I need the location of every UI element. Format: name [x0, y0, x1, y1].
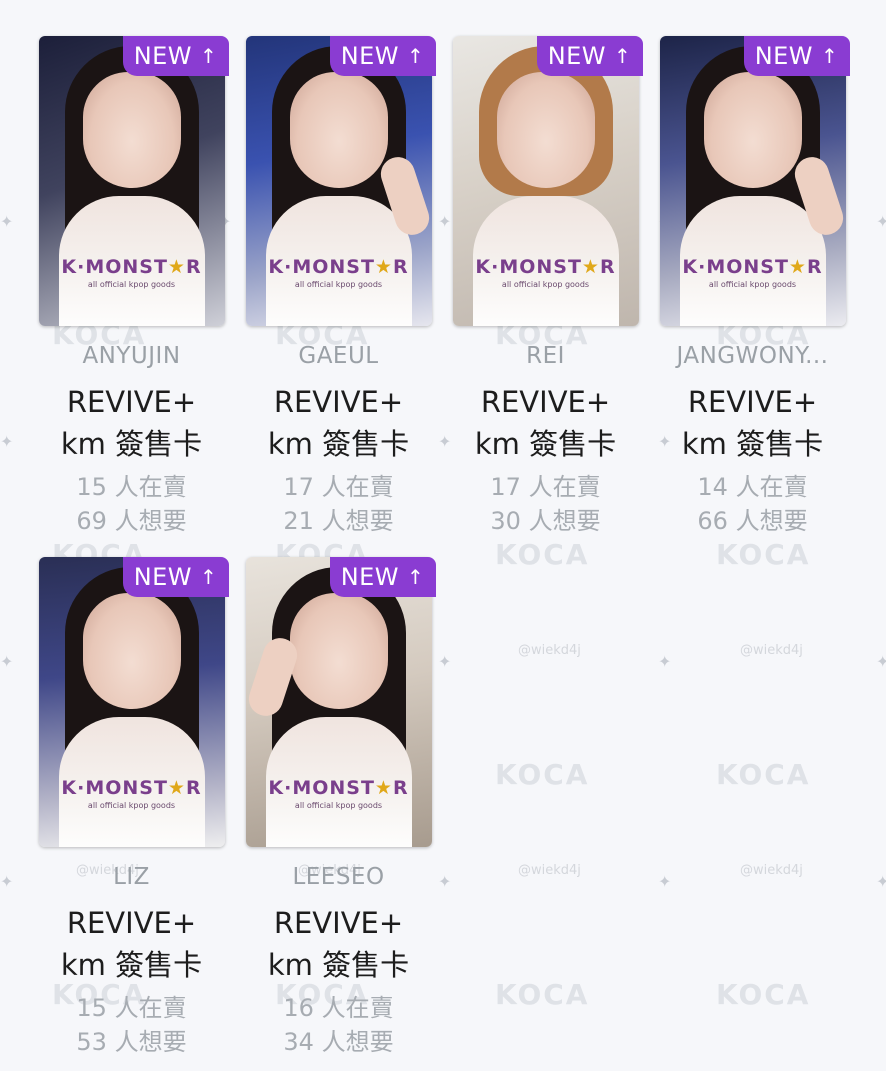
kmonster-logo: K·MONST★R: [682, 256, 823, 278]
member-name: GAEUL: [298, 343, 379, 369]
photocard-item[interactable]: K·MONST★R all official kpop goods NEW ↑ L…: [28, 545, 235, 1066]
new-badge: NEW ↑: [743, 36, 850, 76]
photocard-item[interactable]: K·MONST★R all official kpop goods NEW ↑ L…: [235, 545, 442, 1066]
star-icon: ★: [167, 777, 186, 799]
wanters-count: 69 人想要: [76, 507, 187, 535]
card-title-line1: REVIVE+: [66, 906, 197, 940]
arrow-up-icon: ↑: [200, 565, 218, 589]
star-icon: ★: [374, 256, 393, 278]
photocard-image[interactable]: K·MONST★R all official kpop goods: [38, 36, 225, 326]
member-name: ANYUJIN: [82, 343, 181, 369]
new-badge: NEW ↑: [536, 36, 643, 76]
sellers-count: 17 人在賣: [490, 473, 601, 501]
arrow-up-icon: ↑: [821, 44, 839, 68]
arrow-up-icon: ↑: [407, 44, 425, 68]
photo-face-shape: [82, 593, 181, 709]
photo-face-shape: [289, 593, 388, 709]
card-title-line1: REVIVE+: [687, 385, 818, 419]
kmonster-logo: K·MONST★R: [61, 777, 202, 799]
card-title-line1: REVIVE+: [480, 385, 611, 419]
kmonster-logo-sub: all official kpop goods: [501, 280, 590, 289]
photocard-item[interactable]: K·MONST★R all official kpop goods NEW ↑ G…: [235, 24, 442, 545]
photocard-image[interactable]: K·MONST★R all official kpop goods: [659, 36, 846, 326]
card-title-line2: km 簽售卡: [60, 948, 203, 982]
kmonster-logo-sub: all official kpop goods: [294, 280, 383, 289]
new-badge: NEW ↑: [329, 557, 436, 597]
kmonster-logo-sub: all official kpop goods: [87, 801, 176, 810]
photocard-image-wrap[interactable]: K·MONST★R all official kpop goods NEW ↑: [659, 36, 850, 326]
kmonster-logo: K·MONST★R: [475, 256, 616, 278]
photocard-image[interactable]: K·MONST★R all official kpop goods: [245, 557, 432, 847]
sparkle-icon: ✦: [0, 872, 14, 891]
wanters-count: 34 人想要: [283, 1028, 394, 1056]
photo-face-shape: [82, 72, 181, 188]
sparkle-icon: ✦: [876, 652, 886, 671]
photocard-image-wrap[interactable]: K·MONST★R all official kpop goods NEW ↑: [245, 36, 436, 326]
member-name: JANGWONY...: [676, 343, 829, 369]
card-title-line2: km 簽售卡: [267, 427, 410, 461]
sellers-count: 17 人在賣: [283, 473, 394, 501]
photocard-image-wrap[interactable]: K·MONST★R all official kpop goods NEW ↑: [38, 36, 229, 326]
sellers-count: 15 人在賣: [76, 994, 187, 1022]
wanters-count: 66 人想要: [697, 507, 808, 535]
photocard-item[interactable]: K·MONST★R all official kpop goods NEW ↑ A…: [28, 24, 235, 545]
sparkle-icon: ✦: [876, 872, 886, 891]
photocard-image[interactable]: K·MONST★R all official kpop goods: [452, 36, 639, 326]
photocard-item[interactable]: K·MONST★R all official kpop goods NEW ↑ J…: [649, 24, 856, 545]
new-badge: NEW ↑: [329, 36, 436, 76]
card-title-line2: km 簽售卡: [267, 948, 410, 982]
new-badge-label: NEW: [754, 42, 814, 70]
photocard-image[interactable]: K·MONST★R all official kpop goods: [245, 36, 432, 326]
new-badge-label: NEW: [547, 42, 607, 70]
new-badge-label: NEW: [133, 563, 193, 591]
kmonster-logo-sub: all official kpop goods: [87, 280, 176, 289]
sparkle-icon: ✦: [0, 432, 14, 451]
card-title-line1: REVIVE+: [273, 906, 404, 940]
sparkle-icon: ✦: [0, 212, 14, 231]
sparkle-icon: ✦: [876, 212, 886, 231]
card-title-line2: km 簽售卡: [474, 427, 617, 461]
arrow-up-icon: ↑: [407, 565, 425, 589]
sellers-count: 16 人在賣: [283, 994, 394, 1022]
new-badge-label: NEW: [133, 42, 193, 70]
arrow-up-icon: ↑: [200, 44, 218, 68]
arrow-up-icon: ↑: [614, 44, 632, 68]
photocard-image[interactable]: K·MONST★R all official kpop goods: [38, 557, 225, 847]
photocard-item[interactable]: K·MONST★R all official kpop goods NEW ↑ R…: [442, 24, 649, 545]
sparkle-icon: ✦: [0, 652, 14, 671]
kmonster-logo-sub: all official kpop goods: [294, 801, 383, 810]
card-title-line2: km 簽售卡: [60, 427, 203, 461]
new-badge: NEW ↑: [122, 557, 229, 597]
photocard-image-wrap[interactable]: K·MONST★R all official kpop goods NEW ↑: [38, 557, 229, 847]
photo-face-shape: [289, 72, 388, 188]
member-name: REI: [526, 343, 565, 369]
new-badge-label: NEW: [340, 563, 400, 591]
kmonster-logo: K·MONST★R: [268, 777, 409, 799]
photocard-image-wrap[interactable]: K·MONST★R all official kpop goods NEW ↑: [245, 557, 436, 847]
member-name: LIZ: [113, 864, 150, 890]
wanters-count: 21 人想要: [283, 507, 394, 535]
photo-face-shape: [703, 72, 802, 188]
star-icon: ★: [788, 256, 807, 278]
wanters-count: 30 人想要: [490, 507, 601, 535]
photo-face-shape: [496, 72, 595, 188]
card-title-line1: REVIVE+: [273, 385, 404, 419]
wanters-count: 53 人想要: [76, 1028, 187, 1056]
card-title-line2: km 簽售卡: [681, 427, 824, 461]
photocard-grid: K·MONST★R all official kpop goods NEW ↑ A…: [28, 24, 856, 1066]
photocard-image-wrap[interactable]: K·MONST★R all official kpop goods NEW ↑: [452, 36, 643, 326]
star-icon: ★: [374, 777, 393, 799]
kmonster-logo: K·MONST★R: [268, 256, 409, 278]
member-name: LEESEO: [292, 864, 385, 890]
sellers-count: 14 人在賣: [697, 473, 808, 501]
star-icon: ★: [581, 256, 600, 278]
kmonster-logo-sub: all official kpop goods: [708, 280, 797, 289]
star-icon: ★: [167, 256, 186, 278]
card-title-line1: REVIVE+: [66, 385, 197, 419]
kmonster-logo: K·MONST★R: [61, 256, 202, 278]
sellers-count: 15 人在賣: [76, 473, 187, 501]
new-badge: NEW ↑: [122, 36, 229, 76]
new-badge-label: NEW: [340, 42, 400, 70]
